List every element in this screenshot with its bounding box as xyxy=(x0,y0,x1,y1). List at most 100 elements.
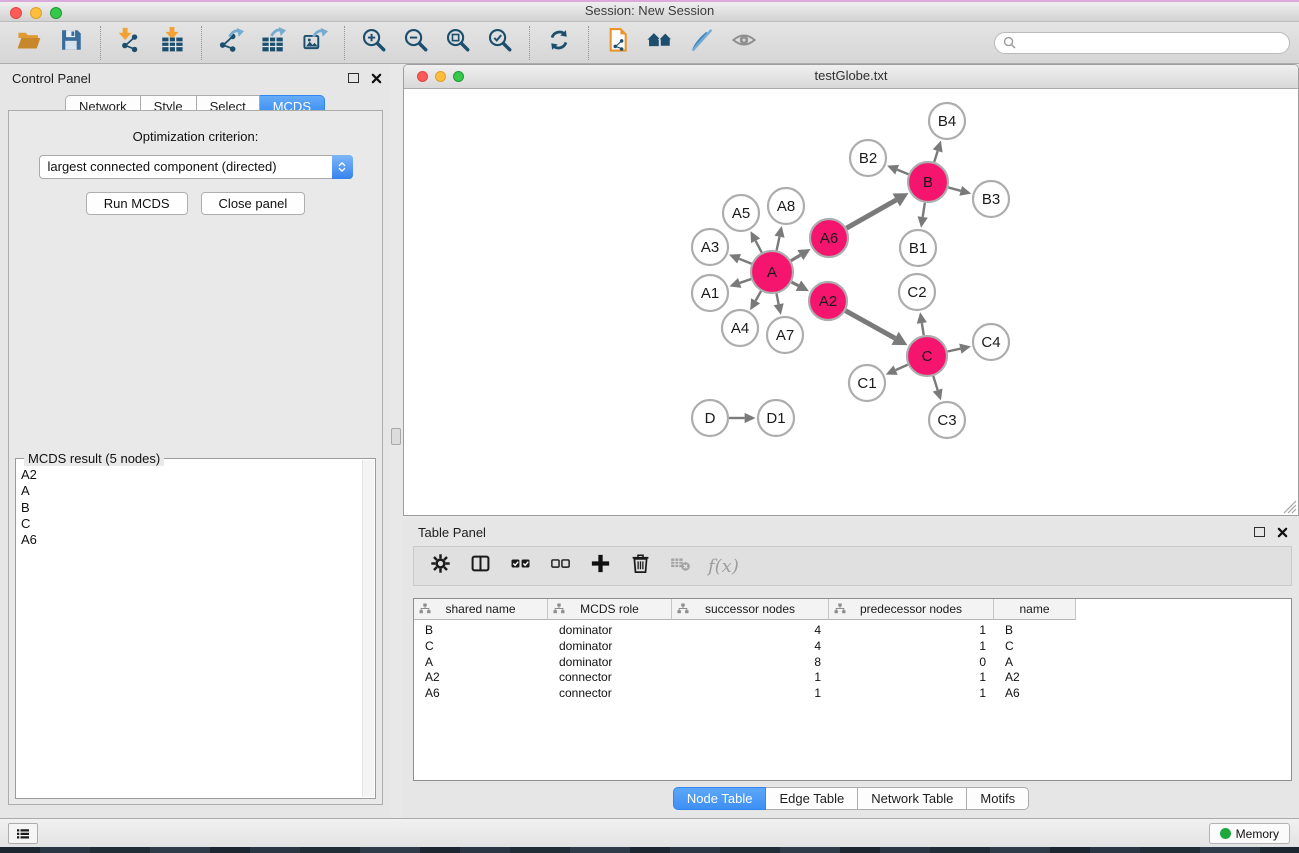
tab-motifs[interactable]: Motifs xyxy=(967,787,1029,810)
table-row[interactable]: Adominator80A xyxy=(414,655,1291,671)
edge-A-A3[interactable] xyxy=(729,254,752,264)
zoom-fit-button[interactable] xyxy=(437,26,479,60)
node-C2[interactable]: C2 xyxy=(899,274,935,310)
node-D[interactable]: D xyxy=(692,400,728,436)
zoom-selected-button[interactable] xyxy=(479,26,521,60)
node-A[interactable]: A xyxy=(751,251,793,293)
node-A5[interactable]: A5 xyxy=(723,195,759,231)
edge-C-C4[interactable] xyxy=(948,344,971,354)
open-session-button[interactable] xyxy=(8,26,50,60)
edge-A-A5[interactable] xyxy=(751,231,762,252)
column-header-name[interactable]: name xyxy=(994,599,1076,620)
tab-network-table[interactable]: Network Table xyxy=(858,787,967,810)
edge-C-C1[interactable] xyxy=(886,365,908,375)
search-input[interactable] xyxy=(1021,35,1281,51)
node-C3[interactable]: C3 xyxy=(929,402,965,438)
settings-button[interactable] xyxy=(422,550,459,582)
zoom-out-button[interactable] xyxy=(395,26,437,60)
new-network-from-selection-button[interactable] xyxy=(597,26,639,60)
table-close-panel-button[interactable] xyxy=(1276,526,1288,538)
mcds-result-item[interactable]: A6 xyxy=(17,532,362,548)
column-header-MCDS-role[interactable]: MCDS role xyxy=(548,599,672,620)
node-A2[interactable]: A2 xyxy=(809,282,847,320)
minimize-window-button[interactable] xyxy=(30,7,42,19)
import-table-button[interactable] xyxy=(151,26,193,60)
close-panel-action-button[interactable]: Close panel xyxy=(201,192,306,215)
edge-C-C3[interactable] xyxy=(933,376,943,400)
node-B2[interactable]: B2 xyxy=(850,140,886,176)
maximize-window-button[interactable] xyxy=(50,7,62,19)
tab-node-table[interactable]: Node Table xyxy=(673,787,767,810)
dropdown-stepper[interactable] xyxy=(332,155,353,179)
node-C[interactable]: C xyxy=(907,336,947,376)
table-row[interactable]: A2connector11A2 xyxy=(414,670,1291,686)
import-network-button[interactable] xyxy=(109,26,151,60)
network-close-button[interactable] xyxy=(417,71,428,82)
tab-edge-table[interactable]: Edge Table xyxy=(766,787,858,810)
table-float-panel-button[interactable] xyxy=(1253,526,1265,538)
node-B4[interactable]: B4 xyxy=(929,103,965,139)
node-D1[interactable]: D1 xyxy=(758,400,794,436)
edge-A-A7[interactable] xyxy=(774,294,784,315)
node-B[interactable]: B xyxy=(908,162,948,202)
resize-grip-icon[interactable] xyxy=(1282,499,1297,514)
select-all-button[interactable] xyxy=(502,550,539,582)
close-panel-button[interactable] xyxy=(370,72,382,84)
float-panel-button[interactable] xyxy=(347,72,359,84)
edge-A-A8[interactable] xyxy=(774,226,784,250)
close-window-button[interactable] xyxy=(10,7,22,19)
edge-A2-C[interactable] xyxy=(845,311,907,345)
node-A8[interactable]: A8 xyxy=(768,188,804,224)
node-A6[interactable]: A6 xyxy=(810,219,848,257)
criterion-dropdown[interactable]: largest connected component (directed) xyxy=(39,155,353,179)
export-table-button[interactable] xyxy=(252,26,294,60)
node-C1[interactable]: C1 xyxy=(849,365,885,401)
mcds-result-item[interactable]: B xyxy=(17,500,362,516)
mcds-result-item[interactable]: C xyxy=(17,516,362,532)
run-mcds-button[interactable]: Run MCDS xyxy=(86,192,188,215)
panel-splitter-handle[interactable] xyxy=(391,428,401,445)
table-row[interactable]: A6connector11A6 xyxy=(414,686,1291,702)
edge-A6-B[interactable] xyxy=(846,193,908,228)
node-A4[interactable]: A4 xyxy=(722,310,758,346)
memory-button[interactable]: Memory xyxy=(1209,823,1290,844)
export-image-button[interactable] xyxy=(294,26,336,60)
node-C4[interactable]: C4 xyxy=(973,324,1009,360)
save-session-button[interactable] xyxy=(50,26,92,60)
first-neighbors-button[interactable] xyxy=(639,26,681,60)
column-header-shared-name[interactable]: shared name xyxy=(414,599,548,620)
edge-C-C2[interactable] xyxy=(917,312,927,335)
refresh-network-button[interactable] xyxy=(538,26,580,60)
table-row[interactable]: Bdominator41B xyxy=(414,623,1291,639)
edge-D-D1[interactable] xyxy=(729,413,756,423)
task-history-button[interactable] xyxy=(8,823,38,844)
network-minimize-button[interactable] xyxy=(435,71,446,82)
edge-B-B2[interactable] xyxy=(887,165,908,175)
show-graphics-details-button[interactable] xyxy=(723,26,765,60)
export-network-button[interactable] xyxy=(210,26,252,60)
network-canvas[interactable]: A A1 A2 A3 A4 A5 A6 A7 A8 B B1 B2 B3 B4 C C1 C2 C3 C4 D D1 xyxy=(404,89,1298,515)
delete-column-button[interactable] xyxy=(622,550,659,582)
edge-B-B4[interactable] xyxy=(933,141,943,162)
split-panel-button[interactable] xyxy=(462,550,499,582)
hide-style-button[interactable] xyxy=(681,26,723,60)
edge-B-B1[interactable] xyxy=(918,203,928,228)
network-maximize-button[interactable] xyxy=(453,71,464,82)
edge-A-A6[interactable] xyxy=(791,249,811,261)
zoom-in-button[interactable] xyxy=(353,26,395,60)
result-scrollbar[interactable] xyxy=(362,460,374,797)
node-B1[interactable]: B1 xyxy=(900,230,936,266)
node-B3[interactable]: B3 xyxy=(973,181,1009,217)
node-A3[interactable]: A3 xyxy=(692,229,728,265)
mcds-result-item[interactable]: A xyxy=(17,483,362,499)
deselect-all-button[interactable] xyxy=(542,550,579,582)
add-column-button[interactable] xyxy=(582,550,619,582)
node-A1[interactable]: A1 xyxy=(692,275,728,311)
column-header-predecessor-nodes[interactable]: predecessor nodes xyxy=(829,599,994,620)
edge-B-B3[interactable] xyxy=(948,186,971,196)
column-header-successor-nodes[interactable]: successor nodes xyxy=(672,599,829,620)
edge-A-A4[interactable] xyxy=(750,291,761,310)
edge-A-A1[interactable] xyxy=(729,278,751,288)
node-A7[interactable]: A7 xyxy=(767,317,803,353)
table-row[interactable]: Cdominator41C xyxy=(414,639,1291,655)
